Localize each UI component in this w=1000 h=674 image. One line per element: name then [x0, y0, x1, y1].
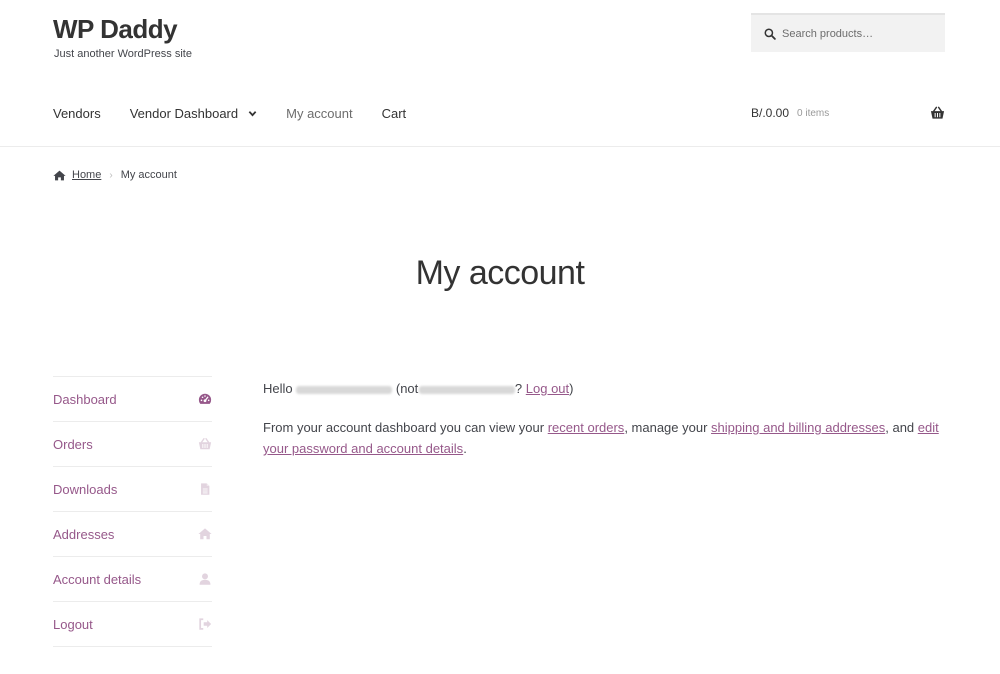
breadcrumb: Home › My account — [53, 169, 177, 181]
nav-item-label: Vendor Dashboard — [129, 106, 239, 121]
basket-icon[interactable] — [930, 106, 945, 120]
greeting-close: ) — [569, 381, 574, 396]
primary-nav: Vendors Vendor Dashboard My account Cart — [53, 106, 435, 121]
logout-icon — [199, 618, 212, 630]
home-icon — [53, 170, 66, 180]
account-nav-orders[interactable]: Orders — [53, 422, 212, 467]
page-title: My account — [415, 254, 585, 292]
search-input[interactable] — [782, 27, 932, 40]
search-box — [751, 13, 945, 52]
breadcrumb-separator-icon: › — [109, 169, 113, 181]
header-cart[interactable]: B/.0.00 0 items — [751, 106, 945, 120]
intro-text: From your account dashboard you can view… — [263, 420, 545, 435]
site-description: Just another WordPress site — [54, 48, 192, 60]
chevron-down-icon[interactable] — [248, 109, 257, 118]
nav-item-vendor-dashboard[interactable]: Vendor Dashboard — [130, 106, 257, 121]
search-icon — [764, 28, 776, 40]
intro-period: . — [463, 441, 467, 456]
account-nav-addresses[interactable]: Addresses — [53, 512, 212, 557]
cart-amount[interactable]: B/.0.00 — [751, 106, 789, 120]
account-nav-label: Addresses — [53, 526, 115, 542]
breadcrumb-current: My account — [120, 169, 177, 181]
file-icon — [201, 483, 210, 495]
user-icon — [199, 573, 211, 585]
account-nav-label: Account details — [53, 571, 142, 587]
recent-orders-link[interactable]: recent orders — [548, 420, 625, 435]
home-icon — [198, 528, 212, 540]
site-title[interactable]: WP Daddy — [53, 14, 178, 45]
nav-item-label: Cart — [381, 106, 407, 121]
greeting-paragraph: Hello (not ? Log out) — [263, 378, 953, 399]
account-nav-downloads[interactable]: Downloads — [53, 467, 212, 512]
intro-manage: , manage your — [624, 420, 708, 435]
nav-item-label: My account — [286, 106, 353, 121]
breadcrumb-home-link[interactable]: Home — [72, 169, 101, 181]
dashboard-intro-paragraph: From your account dashboard you can view… — [263, 417, 953, 459]
account-nav-label: Logout — [53, 616, 93, 632]
greeting-hello: Hello — [263, 381, 293, 396]
nav-item-cart[interactable]: Cart — [382, 106, 407, 121]
account-nav-logout[interactable]: Logout — [53, 602, 212, 647]
nav-item-label: Vendors — [53, 106, 101, 121]
logout-link[interactable]: Log out — [526, 381, 569, 396]
addresses-link[interactable]: shipping and billing addresses — [711, 420, 885, 435]
account-content: Hello (not ? Log out) From your account … — [263, 378, 953, 459]
dashboard-icon — [198, 393, 212, 404]
account-navigation: Dashboard Orders Downloads Addresses Acc… — [53, 376, 212, 647]
account-nav-label: Dashboard — [53, 391, 117, 407]
redacted-username — [418, 385, 515, 394]
intro-and: , and — [885, 420, 915, 435]
header-divider — [0, 146, 1000, 147]
basket-icon — [198, 438, 212, 450]
nav-item-my-account[interactable]: My account — [286, 106, 352, 121]
account-nav-account-details[interactable]: Account details — [53, 557, 212, 602]
greeting-not: (not — [395, 381, 419, 396]
cart-count[interactable]: 0 items — [797, 108, 829, 119]
greeting-question: ? — [514, 381, 523, 396]
redacted-username — [296, 385, 393, 394]
account-nav-label: Orders — [53, 436, 93, 452]
account-nav-label: Downloads — [53, 481, 118, 497]
account-nav-dashboard[interactable]: Dashboard — [53, 377, 212, 422]
nav-item-vendors[interactable]: Vendors — [53, 106, 101, 121]
